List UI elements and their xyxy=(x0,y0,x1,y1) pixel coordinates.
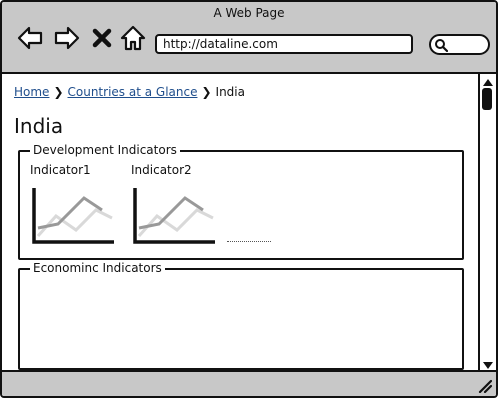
home-icon[interactable] xyxy=(119,24,147,52)
placeholder-dotted-line xyxy=(227,241,271,242)
line-chart-icon[interactable] xyxy=(131,186,217,246)
scroll-up-icon[interactable] xyxy=(482,77,494,87)
forward-arrow-icon[interactable] xyxy=(53,24,81,52)
indicator1-label: Indicator1 xyxy=(30,163,91,177)
group-legend: Development Indicators xyxy=(30,143,180,157)
development-indicators-group: Development Indicators Indicator1 Indica… xyxy=(18,143,464,260)
page-title: India xyxy=(14,114,64,138)
window-title: A Web Page xyxy=(213,6,285,20)
breadcrumb-current: India xyxy=(215,85,245,99)
chevron-right-icon: ❯ xyxy=(201,85,212,99)
scroll-thumb[interactable] xyxy=(482,88,492,110)
search-field[interactable] xyxy=(429,34,490,55)
close-icon[interactable] xyxy=(90,24,114,52)
group-legend: Econominc Indicators xyxy=(30,261,165,275)
breadcrumb: Home ❯ Countries at a Glance ❯ India xyxy=(14,85,245,99)
breadcrumb-home-link[interactable]: Home xyxy=(14,85,49,99)
browser-window: A Web Page http://dataline.com Home ❯ Coun… xyxy=(0,0,498,398)
search-icon xyxy=(435,39,448,52)
browser-toolbar: A Web Page http://dataline.com xyxy=(2,2,496,74)
resize-grip-icon[interactable] xyxy=(478,379,492,393)
line-chart-icon[interactable] xyxy=(30,186,116,246)
status-bar xyxy=(2,370,496,396)
chevron-right-icon: ❯ xyxy=(53,85,64,99)
breadcrumb-countries-link[interactable]: Countries at a Glance xyxy=(68,85,198,99)
back-arrow-icon[interactable] xyxy=(16,24,44,52)
address-bar[interactable]: http://dataline.com xyxy=(155,34,413,54)
indicator2-label: Indicator2 xyxy=(131,163,192,177)
page-content: Home ❯ Countries at a Glance ❯ India India D… xyxy=(2,74,480,372)
vertical-scrollbar[interactable] xyxy=(478,74,496,374)
economic-indicators-group: Econominc Indicators xyxy=(18,261,464,370)
